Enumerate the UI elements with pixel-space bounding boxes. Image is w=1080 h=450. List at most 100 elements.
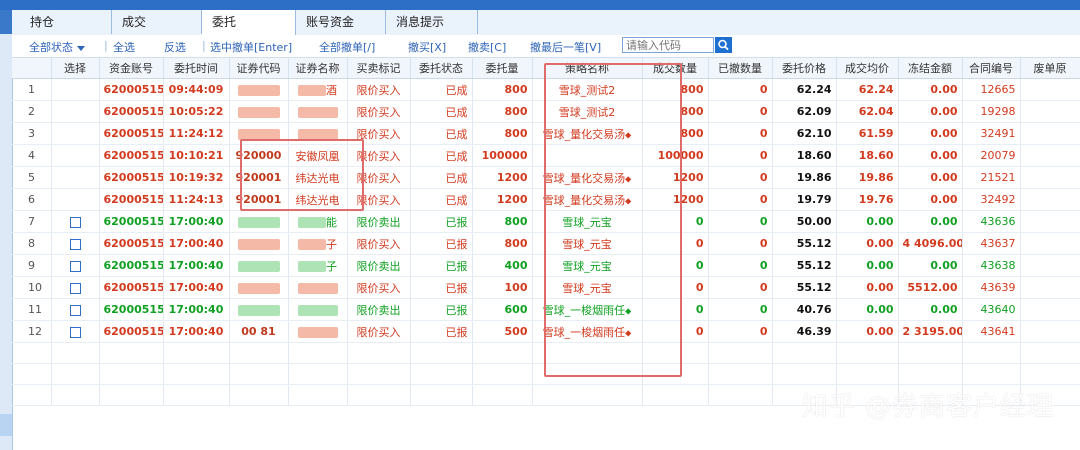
cancel-last-button[interactable]: 撤最后一笔[V]	[530, 39, 601, 55]
select-cell[interactable]	[51, 144, 100, 167]
header-price[interactable]: 委托价格	[772, 58, 837, 79]
header-canceled[interactable]: 已撤数量	[708, 58, 773, 79]
status-cell: 已报	[410, 210, 473, 233]
code-text: 920001	[235, 171, 282, 184]
empty-cell	[836, 363, 899, 385]
code-search-input[interactable]	[622, 37, 714, 53]
cancel-sell-button[interactable]: 撤卖[C]	[468, 39, 506, 55]
account-cell: 62000515	[99, 320, 164, 343]
select-cell[interactable]	[51, 78, 100, 101]
avg-price-cell: 19.86	[836, 166, 899, 189]
header-frozen[interactable]: 冻结金额	[898, 58, 963, 79]
header-side[interactable]: 买卖标记	[347, 58, 411, 79]
select-cell[interactable]	[51, 122, 100, 145]
header-avg[interactable]: 成交均价	[836, 58, 899, 79]
header-name[interactable]: 证券名称	[288, 58, 348, 79]
row-index-cell: 1	[12, 78, 52, 101]
table-row[interactable]: 9 62000515 17:00:40 子限价卖出 已报 400 雪球_元宝 0 0 55.12 0…	[12, 254, 1080, 277]
row-index-cell: 2	[12, 100, 52, 123]
table-row[interactable]: 3 62000515 11:24:12 限价买入 已成 800 雪球_量化交易汤◆ 800 0 6…	[12, 122, 1080, 145]
empty-cell	[99, 384, 164, 406]
empty-cell	[12, 342, 52, 364]
header-status[interactable]: 委托状态	[410, 58, 473, 79]
header-contract[interactable]: 合同编号	[962, 58, 1021, 79]
header-strategy[interactable]: 策略名称	[532, 58, 643, 79]
empty-cell	[410, 342, 473, 364]
empty-cell	[962, 363, 1021, 385]
status-filter-dropdown[interactable]: 全部状态	[29, 39, 85, 55]
select-cell[interactable]	[51, 276, 100, 299]
name-cell: 安徽凤凰	[288, 144, 348, 167]
row-checkbox[interactable]	[69, 282, 81, 294]
empty-cell	[99, 363, 164, 385]
invert-selection-button[interactable]: 反选	[164, 39, 186, 55]
row-checkbox[interactable]	[69, 260, 81, 272]
select-all-button[interactable]: 全选	[113, 39, 135, 55]
table-row[interactable]: 5 62000515 10:19:32 920001 纬达光电 限价买入 已成 1200 雪球_…	[12, 166, 1080, 189]
avg-price-cell: 18.60	[836, 144, 899, 167]
cancel-all-button[interactable]: 全部撤单[/]	[319, 39, 375, 55]
header-select[interactable]: 选择	[51, 58, 100, 79]
tab-messages[interactable]: 消息提示	[386, 10, 478, 34]
select-cell[interactable]	[51, 210, 100, 233]
table-row[interactable]: 1 62000515 09:44:09 酒限价买入 已成 800 雪球_测试2 800 0 62.…	[12, 78, 1080, 101]
search-button[interactable]	[715, 37, 732, 53]
row-checkbox[interactable]	[69, 326, 81, 338]
empty-cell	[642, 384, 709, 406]
strategy-text: 雪球_测试2	[558, 83, 616, 97]
empty-cell	[163, 384, 230, 406]
table-row[interactable]: 7 62000515 17:00:40 能限价卖出 已报 800 雪球_元宝 0 0 50.00 0…	[12, 210, 1080, 233]
select-cell[interactable]	[51, 232, 100, 255]
contract-cell: 43636	[962, 210, 1021, 233]
header-account[interactable]: 资金账号	[99, 58, 164, 79]
tab-trades[interactable]: 成交	[112, 10, 202, 34]
header-index[interactable]	[12, 58, 52, 79]
select-cell[interactable]	[51, 188, 100, 211]
qty-cell: 800	[472, 232, 533, 255]
empty-cell	[229, 363, 289, 385]
contract-cell: 32492	[962, 188, 1021, 211]
code-cell	[229, 298, 289, 321]
table-row[interactable]: 10 62000515 17:00:40 限价买入 已报 100 雪球_元宝 0 0 55.12 0…	[12, 276, 1080, 299]
qty-cell: 1200	[472, 188, 533, 211]
tab-account-funds[interactable]: 账号资金	[296, 10, 386, 34]
header-qty[interactable]: 委托量	[472, 58, 533, 79]
name-text: 纬达光电	[295, 171, 340, 185]
row-checkbox[interactable]	[69, 238, 81, 250]
name-cell	[288, 320, 348, 343]
tab-positions[interactable]: 持仓	[20, 10, 112, 34]
cancel-buy-button[interactable]: 撤买[X]	[408, 39, 446, 55]
select-cell[interactable]	[51, 100, 100, 123]
empty-cell	[472, 363, 533, 385]
table-row[interactable]: 4 62000515 10:10:21 920000 安徽凤凰 限价买入 已成 100000 1…	[12, 144, 1080, 167]
select-cell[interactable]	[51, 320, 100, 343]
row-checkbox[interactable]	[69, 216, 81, 228]
table-row[interactable]: 12 62000515 17:00:40 00 81 限价买入 已报 500 雪球_一梭烟雨任…	[12, 320, 1080, 343]
select-cell[interactable]	[51, 298, 100, 321]
table-body: 1 62000515 09:44:09 酒限价买入 已成 800 雪球_测试2 800 0 62.…	[12, 78, 1080, 406]
price-cell: 46.39	[772, 320, 837, 343]
header-filled[interactable]: 成交数量	[642, 58, 709, 79]
table-row[interactable]: 6 62000515 11:24:13 920001 纬达光电 限价买入 已成 1200 雪球_…	[12, 188, 1080, 211]
time-cell: 17:00:40	[163, 276, 230, 299]
empty-cell	[472, 384, 533, 406]
table-row[interactable]: 11 62000515 17:00:40 限价卖出 已报 600 雪球_一梭烟雨任◆ 0 0 40…	[12, 298, 1080, 321]
cancel-selected-button[interactable]: 选中撤单[Enter]	[210, 39, 292, 55]
redacted-name-blur	[298, 217, 326, 228]
panel-grip-icon[interactable]	[0, 10, 12, 34]
header-time[interactable]: 委托时间	[163, 58, 230, 79]
qty-cell: 800	[472, 100, 533, 123]
tab-orders[interactable]: 委托	[202, 10, 296, 35]
empty-cell	[51, 342, 100, 364]
header-code[interactable]: 证券代码	[229, 58, 289, 79]
header-reject-reason[interactable]: 废单原	[1020, 58, 1080, 79]
contract-cell: 12665	[962, 78, 1021, 101]
table-row[interactable]: 8 62000515 17:00:40 子限价买入 已报 800 雪球_元宝 0 0 55.12 0…	[12, 232, 1080, 255]
select-cell[interactable]	[51, 166, 100, 189]
table-row[interactable]: 2 62000515 10:05:22 限价买入 已成 800 雪球_测试2 800 0 62.0…	[12, 100, 1080, 123]
row-index-cell: 8	[12, 232, 52, 255]
strategy-text: 雪球_量化交易汤	[542, 127, 626, 141]
row-checkbox[interactable]	[69, 304, 81, 316]
account-cell: 62000515	[99, 254, 164, 277]
select-cell[interactable]	[51, 254, 100, 277]
